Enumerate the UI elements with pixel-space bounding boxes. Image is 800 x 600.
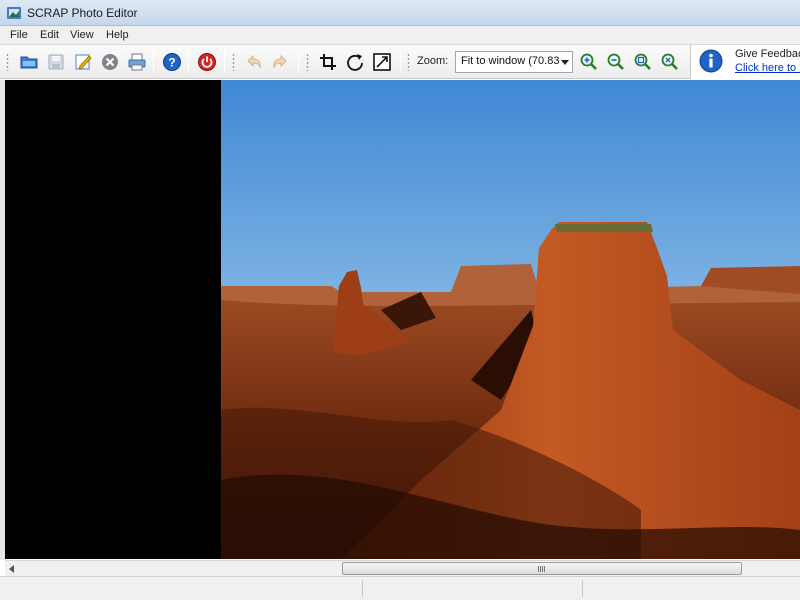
exit-icon — [198, 53, 216, 71]
image-canvas[interactable] — [5, 80, 800, 559]
toolbar-separator — [153, 51, 154, 73]
zoom-fit-icon — [634, 53, 651, 70]
zoom-out-icon — [607, 53, 624, 70]
resize-button[interactable] — [370, 50, 394, 74]
zoom-actual-button[interactable] — [658, 50, 682, 74]
horizontal-scrollbar[interactable] — [5, 560, 800, 576]
help-icon: ? — [163, 53, 181, 71]
crop-icon — [320, 54, 336, 70]
undo-icon — [247, 54, 261, 69]
edit-button[interactable] — [71, 50, 95, 74]
print-button[interactable] — [125, 50, 149, 74]
app-icon — [7, 7, 21, 19]
scrollbar-thumb[interactable] — [342, 562, 742, 575]
zoom-in-icon — [580, 53, 597, 70]
edit-icon — [75, 54, 92, 70]
menu-bar: File Edit View Help — [0, 26, 800, 45]
print-icon — [128, 53, 146, 71]
window-title: SCRAP Photo Editor — [27, 6, 138, 20]
redo-button[interactable] — [268, 50, 292, 74]
toolbar-grip[interactable] — [306, 53, 309, 71]
menu-file[interactable]: File — [10, 29, 28, 41]
menu-view[interactable]: View — [70, 29, 94, 41]
toolbar-separator — [188, 51, 189, 73]
feedback-link[interactable]: Click here to r — [735, 62, 800, 74]
close-icon — [102, 54, 118, 70]
resize-icon — [373, 53, 391, 71]
scroll-left-icon[interactable] — [9, 565, 14, 573]
toolbar-separator — [400, 51, 401, 73]
menu-edit[interactable]: Edit — [40, 29, 59, 41]
crop-button[interactable] — [316, 50, 340, 74]
open-button[interactable] — [17, 50, 41, 74]
undo-button[interactable] — [242, 50, 266, 74]
save-button[interactable] — [44, 50, 68, 74]
toolbar: ? Zoom: Fit to window (70.83 — [0, 45, 800, 79]
zoom-select[interactable]: Fit to window (70.83 — [455, 51, 573, 73]
photo-group — [221, 80, 800, 559]
zoom-out-button[interactable] — [604, 50, 628, 74]
toolbar-separator — [224, 51, 225, 73]
close-image-button[interactable] — [98, 50, 122, 74]
zoom-fit-button[interactable] — [631, 50, 655, 74]
status-pane — [0, 580, 363, 597]
grip-icon — [538, 566, 545, 572]
save-icon — [48, 54, 64, 70]
zoom-value: Fit to window (70.83 — [461, 55, 560, 67]
title-bar: SCRAP Photo Editor — [0, 0, 800, 26]
toolbar-grip[interactable] — [232, 53, 235, 71]
exit-button[interactable] — [195, 50, 219, 74]
zoom-actual-icon — [661, 53, 678, 70]
toolbar-separator — [298, 51, 299, 73]
toolbar-grip[interactable] — [407, 53, 410, 71]
rotate-icon — [347, 54, 363, 71]
rotate-button[interactable] — [343, 50, 367, 74]
info-icon — [699, 49, 723, 73]
feedback-title: Give Feedback — [735, 48, 800, 60]
status-bar — [0, 576, 800, 600]
photo — [221, 80, 800, 559]
zoom-in-button[interactable] — [577, 50, 601, 74]
zoom-label: Zoom: — [417, 55, 449, 67]
svg-text:?: ? — [168, 56, 175, 70]
menu-help[interactable]: Help — [106, 29, 129, 41]
open-icon — [20, 56, 38, 69]
status-pane — [363, 580, 583, 597]
help-button[interactable]: ? — [160, 50, 184, 74]
feedback-panel: Give Feedback Click here to r — [690, 45, 800, 79]
redo-icon — [273, 54, 287, 69]
chevron-down-icon[interactable] — [561, 60, 569, 65]
toolbar-grip[interactable] — [6, 53, 9, 71]
